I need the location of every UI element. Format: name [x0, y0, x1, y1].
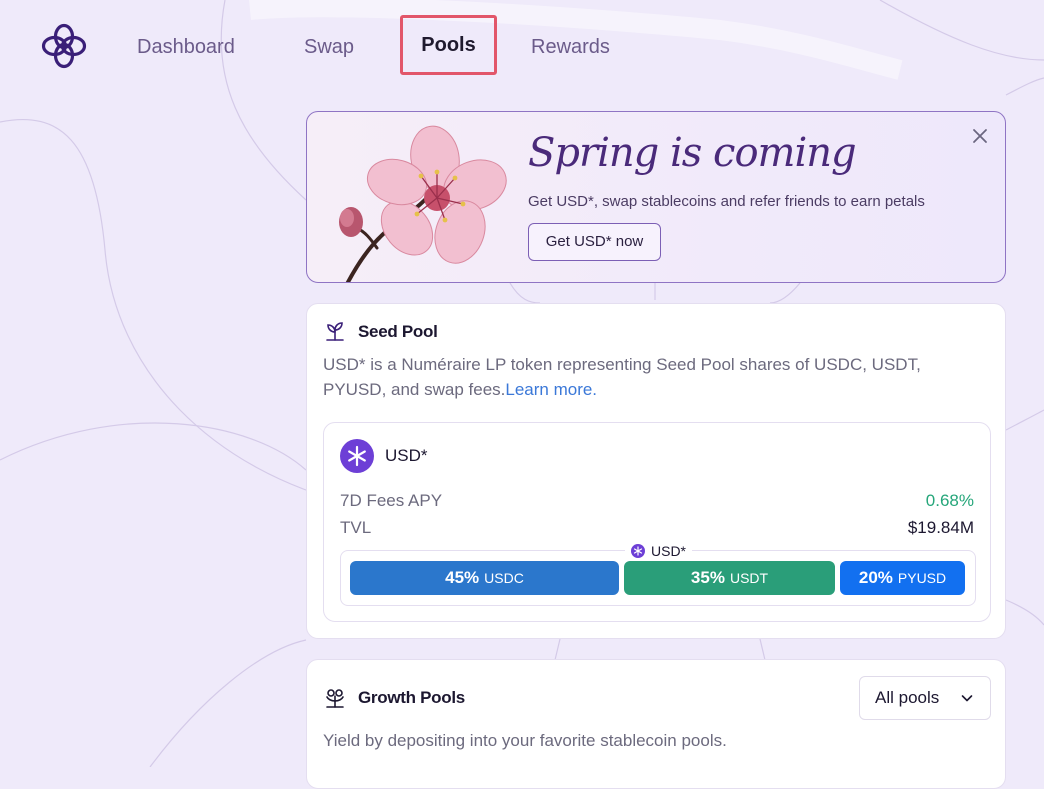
cherry-blossom-illustration	[339, 125, 507, 282]
promo-banner: Spring is coming Get USD*, swap stableco…	[306, 111, 1006, 283]
tvl-label: TVL	[340, 518, 372, 537]
composition-caption-label: USD*	[651, 543, 687, 559]
composition-segment-usdc[interactable]: 45% USDC	[350, 561, 619, 595]
apy-label: 7D Fees APY	[340, 491, 443, 510]
nav-rewards[interactable]: Rewards	[531, 30, 610, 64]
pool-composition: USD* 45% USDC 35% USDT 20% PYUSD	[340, 542, 976, 606]
seed-pool-card: Seed Pool USD* is a Numéraire LP token r…	[306, 303, 1006, 639]
segment-symbol: USDT	[729, 570, 769, 586]
growth-pools-header: Growth Pools	[323, 686, 465, 710]
growth-pools-title: Growth Pools	[358, 688, 465, 707]
pools-filter-value: All pools	[875, 688, 940, 707]
seed-pool-header: Seed Pool	[323, 320, 438, 344]
growth-pools-card: Growth Pools All pools Yield by depositi…	[306, 659, 1006, 789]
seed-pool-title: Seed Pool	[358, 322, 438, 341]
segment-symbol: USDC	[484, 570, 524, 586]
usd-token-name: USD*	[385, 446, 428, 465]
get-usd-now-button[interactable]: Get USD* now	[528, 223, 661, 261]
usd-token: USD*	[340, 439, 428, 473]
sprout-icon	[326, 322, 344, 341]
nav-pools[interactable]: Pools	[400, 15, 497, 75]
pools-filter-dropdown[interactable]: All pools	[859, 676, 991, 720]
close-icon[interactable]	[970, 126, 990, 146]
composition-segment-usdt[interactable]: 35% USDT	[624, 561, 835, 595]
composition-segment-pyusd[interactable]: 20% PYUSD	[840, 561, 965, 595]
brand-logo[interactable]	[40, 22, 88, 70]
tvl-value: $19.84M	[907, 518, 974, 537]
segment-symbol: PYUSD	[897, 570, 947, 586]
apy-value: 0.68%	[925, 491, 974, 510]
growth-flower-icon	[326, 689, 344, 708]
segment-percent: 45%	[445, 568, 480, 587]
asterisk-token-icon	[340, 439, 374, 473]
nav-swap[interactable]: Swap	[304, 30, 354, 64]
composition-caption: USD*	[625, 542, 693, 560]
banner-title: Spring is coming	[528, 130, 857, 176]
growth-pools-description: Yield by depositing into your favorite s…	[323, 731, 727, 750]
seed-pool-description-text: USD* is a Numéraire LP token representin…	[323, 355, 921, 399]
segment-percent: 35%	[690, 568, 725, 587]
learn-more-link[interactable]: Learn more.	[505, 380, 597, 399]
nav-dashboard[interactable]: Dashboard	[137, 30, 235, 64]
segment-percent: 20%	[858, 568, 893, 587]
asterisk-token-icon	[631, 544, 645, 558]
chevron-down-icon	[961, 695, 973, 702]
seed-pool-description: USD* is a Numéraire LP token representin…	[323, 352, 983, 402]
usd-token-panel[interactable]: USD* 7D Fees APY 0.68% TVL $19.84M USD* …	[323, 422, 991, 622]
banner-subtitle: Get USD*, swap stablecoins and refer fri…	[528, 193, 925, 210]
